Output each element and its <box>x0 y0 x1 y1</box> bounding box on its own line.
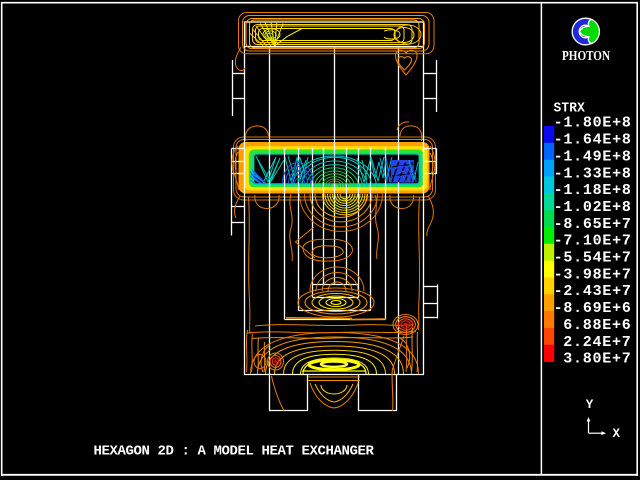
svg-text:-5.54E+7: -5.54E+7 <box>554 250 632 267</box>
svg-text:-1.33E+8: -1.33E+8 <box>554 165 632 182</box>
svg-text:-8.69E+6: -8.69E+6 <box>554 300 632 317</box>
svg-text:Y: Y <box>586 398 594 412</box>
svg-text:2.24E+7: 2.24E+7 <box>563 334 631 351</box>
svg-text:-1.64E+8: -1.64E+8 <box>554 132 632 149</box>
svg-text:-1.80E+8: -1.80E+8 <box>554 115 632 132</box>
svg-text:-1.02E+8: -1.02E+8 <box>554 199 632 216</box>
svg-text:-3.98E+7: -3.98E+7 <box>554 266 632 283</box>
svg-text:-2.43E+7: -2.43E+7 <box>554 283 632 300</box>
svg-text:X: X <box>613 427 621 441</box>
svg-text:-1.18E+8: -1.18E+8 <box>554 182 632 199</box>
svg-text:-8.65E+7: -8.65E+7 <box>554 216 632 233</box>
svg-text:-1.49E+8: -1.49E+8 <box>554 148 632 165</box>
svg-text:-7.10E+7: -7.10E+7 <box>554 233 632 250</box>
svg-text:6.88E+6: 6.88E+6 <box>563 317 631 334</box>
svg-text:PHOTON: PHOTON <box>562 48 610 63</box>
svg-text:3.80E+7: 3.80E+7 <box>563 351 631 368</box>
svg-text:HEXAGON 2D : A MODEL HEAT EXCH: HEXAGON 2D : A MODEL HEAT EXCHANGER <box>94 443 375 459</box>
